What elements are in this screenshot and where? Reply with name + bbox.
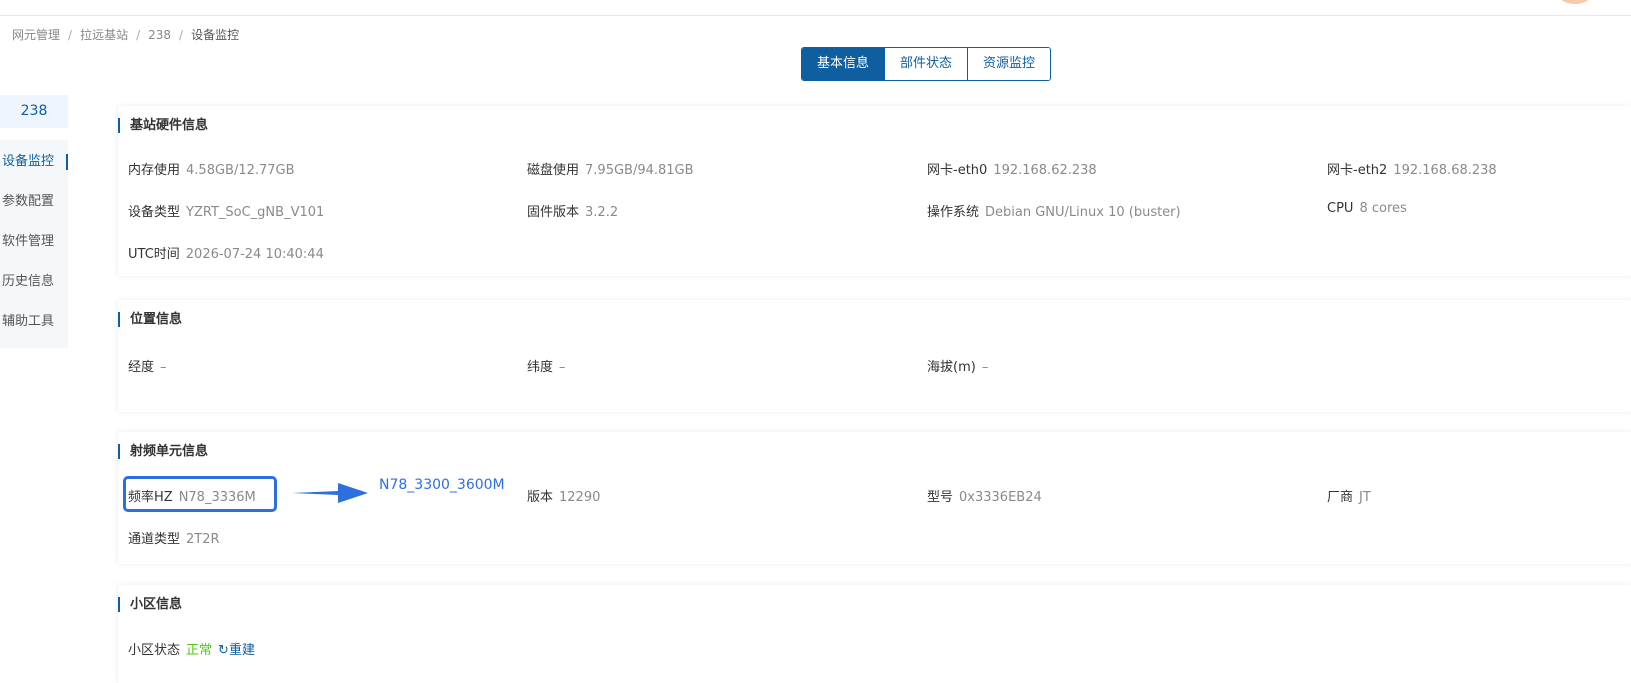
field-cell-status: 小区状态 正常 ↻重建 <box>128 643 255 658</box>
rebuild-button[interactable]: ↻重建 <box>218 643 255 658</box>
sidebar-item-param-config[interactable]: 参数配置 <box>0 182 68 222</box>
field-firmware: 固件版本 3.2.2 <box>527 205 619 220</box>
card-title: 基站硬件信息 <box>118 118 208 133</box>
field-device-type: 设备类型 YZRT_SoC_gNB_V101 <box>128 205 325 220</box>
field-model: 型号 0x3336EB24 <box>927 490 1042 505</box>
cell-info-card: 小区信息 小区状态 正常 ↻重建 <box>118 585 1631 683</box>
field-latitude: 纬度 – <box>527 360 566 375</box>
device-id-badge: 238 <box>0 95 68 128</box>
breadcrumb: 网元管理 / 拉远基站 / 238 / 设备监控 <box>12 26 239 43</box>
card-title: 小区信息 <box>118 597 182 612</box>
annotation-text: N78_3300_3600M <box>379 477 505 493</box>
annotation-highlight-box <box>123 476 277 512</box>
card-title: 射频单元信息 <box>118 444 208 459</box>
tab-component-status[interactable]: 部件状态 <box>884 48 968 80</box>
sidebar-item-software[interactable]: 软件管理 <box>0 222 68 262</box>
user-avatar[interactable] <box>1559 0 1591 4</box>
field-vendor: 厂商 JT <box>1327 490 1371 505</box>
sidebar-item-tools[interactable]: 辅助工具 <box>0 302 68 342</box>
hardware-info-card: 基站硬件信息 内存使用 4.58GB/12.77GB 磁盘使用 7.95GB/94.… <box>118 106 1631 276</box>
location-info-card: 位置信息 经度 – 纬度 – 海拔(m) – <box>118 300 1631 412</box>
view-tabs: 基本信息 部件状态 资源监控 <box>801 47 1052 81</box>
breadcrumb-item[interactable]: 238 <box>148 28 171 42</box>
field-longitude: 经度 – <box>128 360 167 375</box>
refresh-icon: ↻ <box>218 643 229 658</box>
tab-basic-info[interactable]: 基本信息 <box>802 48 885 80</box>
field-utc-time: UTC时间 2026-07-24 10:40:44 <box>128 247 324 262</box>
breadcrumb-separator: / <box>136 28 141 42</box>
sidebar-item-device-monitor[interactable]: 设备监控 <box>0 142 68 182</box>
breadcrumb-item[interactable]: 网元管理 <box>12 28 60 42</box>
field-eth2: 网卡-eth2 192.168.68.238 <box>1327 163 1497 178</box>
sidebar-menu: 设备监控 参数配置 软件管理 历史信息 辅助工具 <box>0 140 68 348</box>
card-title: 位置信息 <box>118 312 182 327</box>
field-memory: 内存使用 4.58GB/12.77GB <box>128 163 295 178</box>
annotation-arrow-icon <box>292 483 368 503</box>
status-badge: 正常 <box>186 643 213 658</box>
tab-resource-monitor[interactable]: 资源监控 <box>967 48 1051 80</box>
field-eth0: 网卡-eth0 192.168.62.238 <box>927 163 1097 178</box>
sidebar-item-history[interactable]: 历史信息 <box>0 262 68 302</box>
sidebar: 238 设备监控 参数配置 软件管理 历史信息 辅助工具 <box>0 95 68 348</box>
field-version: 版本 12290 <box>527 490 601 505</box>
field-cpu: CPU 8 cores <box>1327 201 1407 216</box>
breadcrumb-current: 设备监控 <box>191 28 240 42</box>
field-disk: 磁盘使用 7.95GB/94.81GB <box>527 163 694 178</box>
field-channel-type: 通道类型 2T2R <box>128 532 220 547</box>
breadcrumb-item[interactable]: 拉远基站 <box>80 28 128 42</box>
field-altitude: 海拔(m) – <box>927 360 989 375</box>
field-os: 操作系统 Debian GNU/Linux 10 (buster) <box>927 205 1181 220</box>
breadcrumb-separator: / <box>68 28 73 42</box>
breadcrumb-separator: / <box>179 28 184 42</box>
top-bar <box>0 0 1631 16</box>
